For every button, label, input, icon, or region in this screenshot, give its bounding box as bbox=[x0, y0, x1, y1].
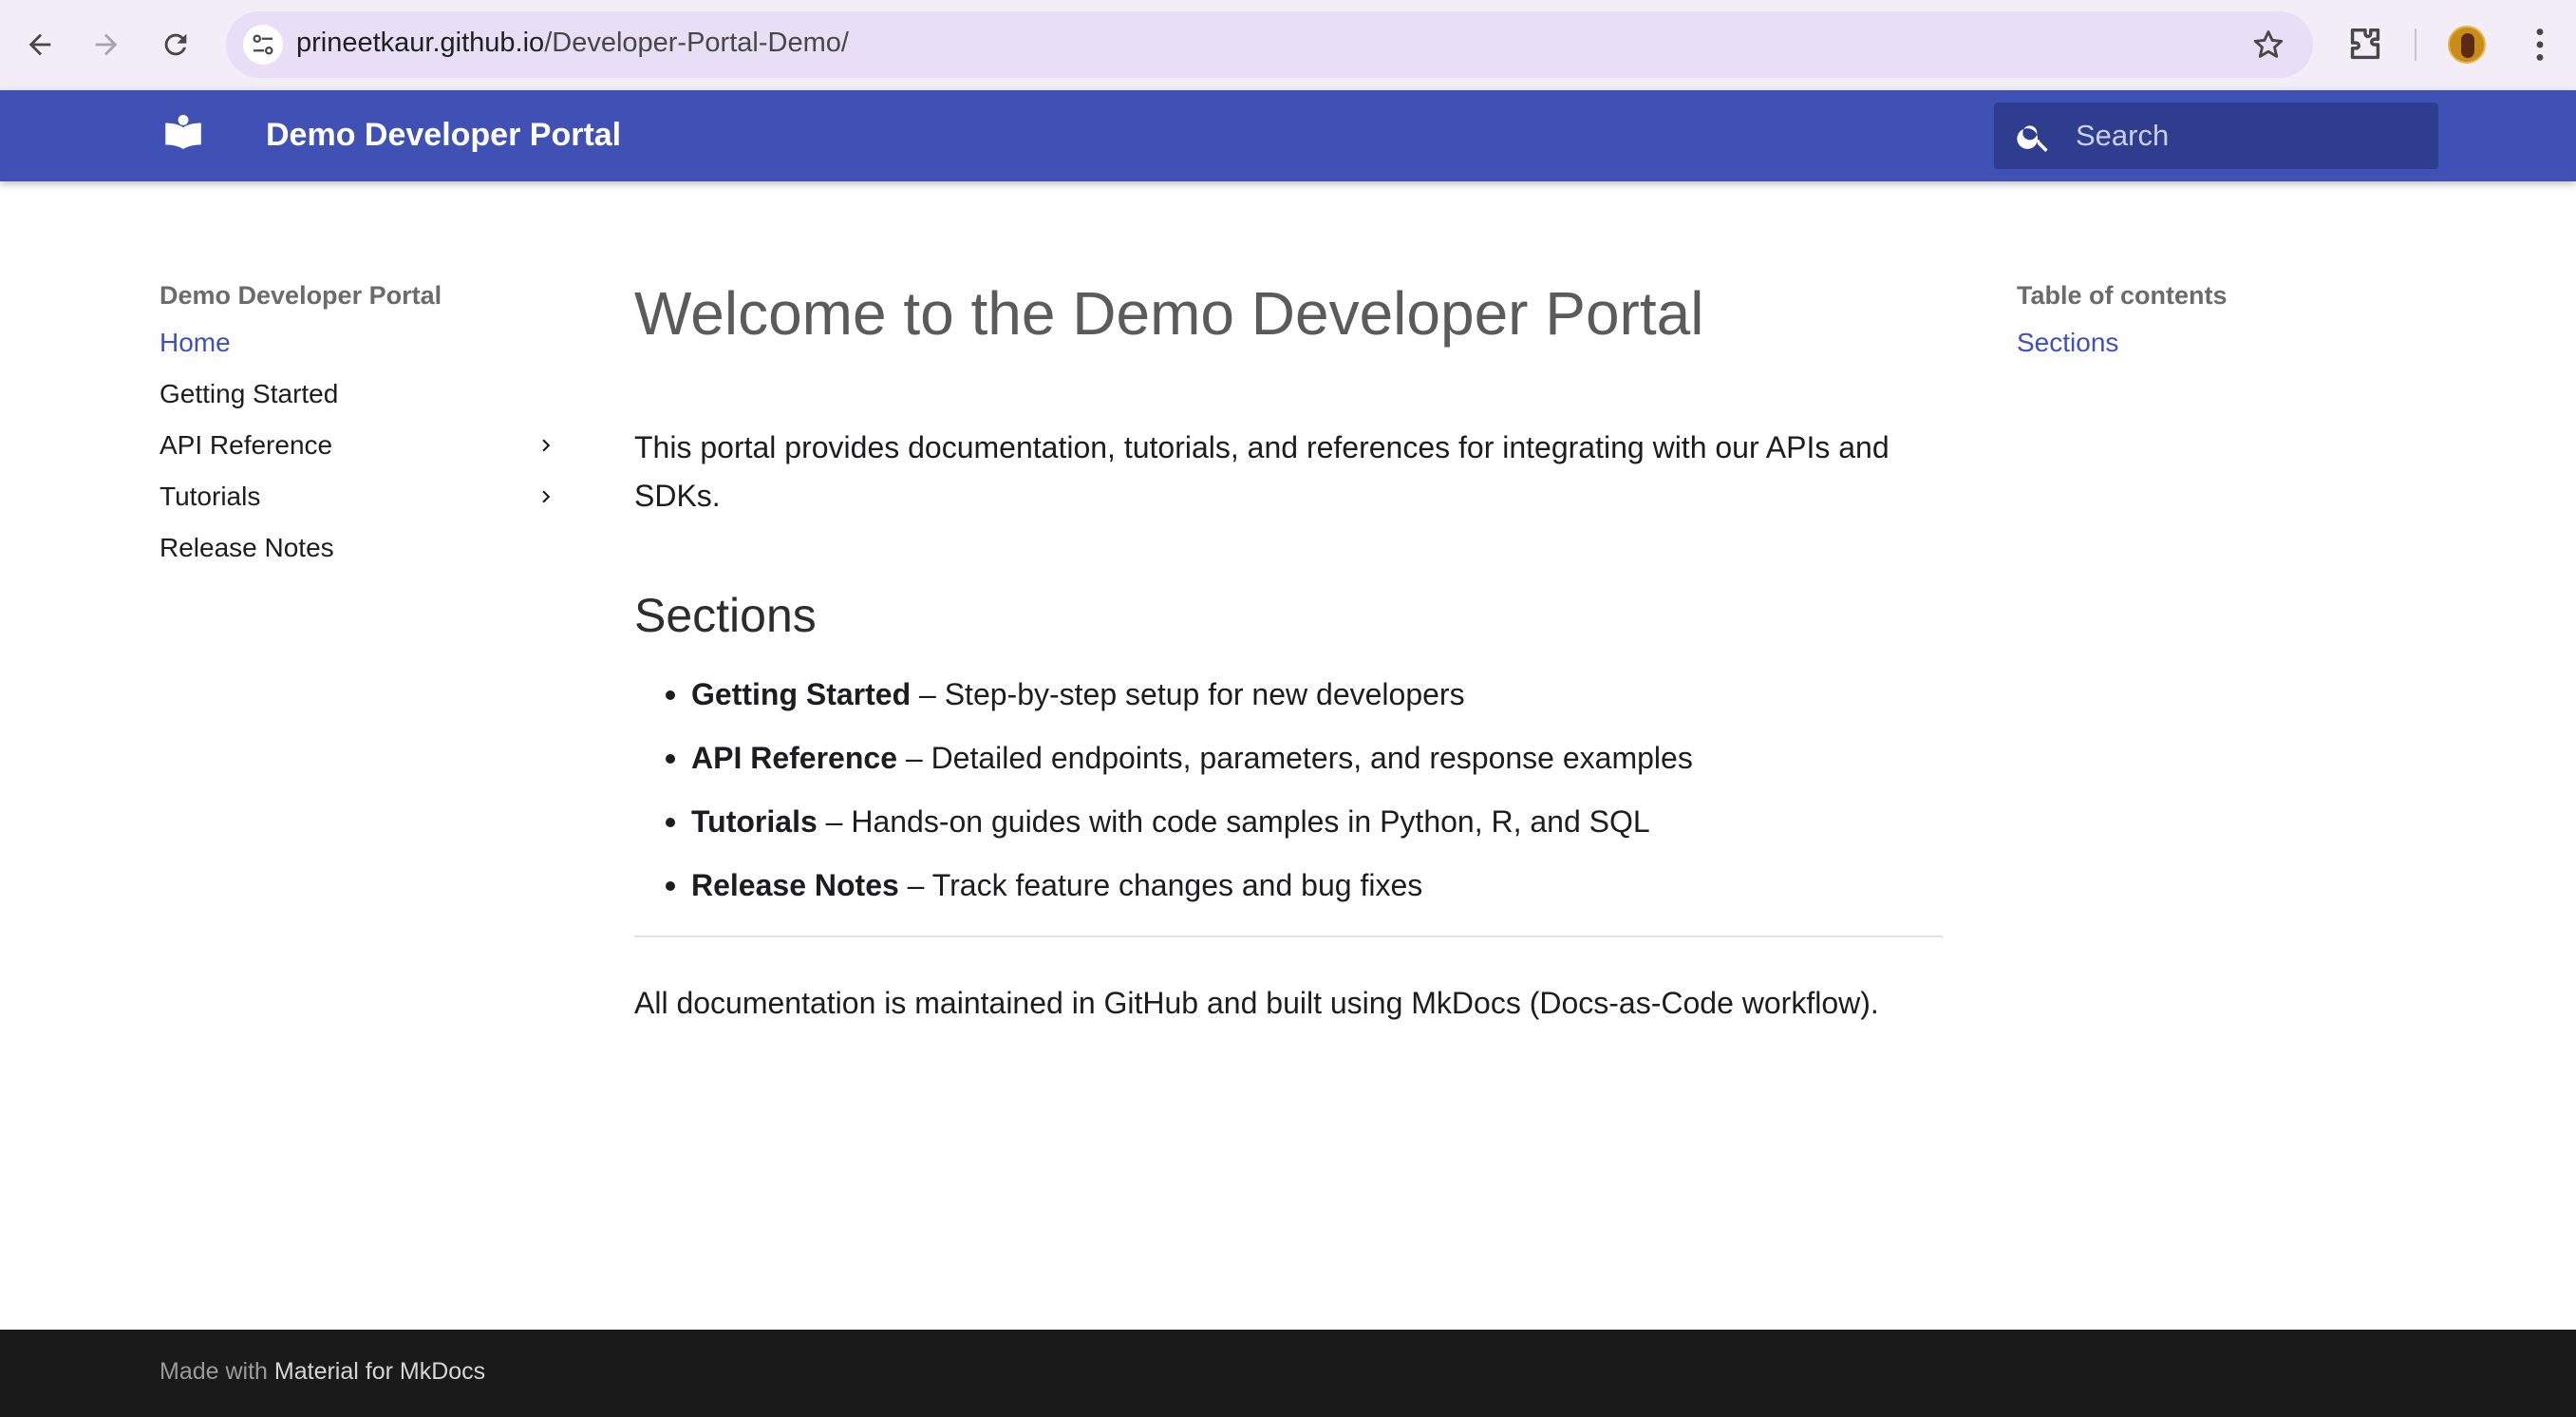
list-item-desc: – Hands-on guides with code samples in P… bbox=[817, 804, 1650, 839]
made-with-text: Made with Material for MkDocs bbox=[160, 1358, 485, 1386]
address-bar[interactable]: prineetkaur.github.io/Developer-Portal-D… bbox=[226, 11, 2313, 78]
list-item-desc: – Detailed endpoints, parameters, and re… bbox=[896, 741, 1693, 775]
nav-title: Demo Developer Portal bbox=[160, 281, 442, 310]
back-icon bbox=[28, 33, 51, 56]
chevron-right-icon[interactable] bbox=[534, 484, 558, 509]
site-info-button[interactable] bbox=[243, 25, 283, 65]
divider bbox=[634, 935, 1943, 937]
site-info-icon bbox=[253, 34, 273, 55]
main-content: Welcome to the Demo Developer Portal Thi… bbox=[634, 275, 1943, 1024]
nav-item-label: API Reference bbox=[160, 430, 333, 460]
reload-icon bbox=[164, 33, 187, 56]
nav-item-label: Release Notes bbox=[160, 533, 334, 562]
primary-nav: Demo Developer Portal Home Getting Start… bbox=[160, 281, 568, 574]
made-with-label: Made with bbox=[160, 1358, 268, 1385]
nav-item-getting-started[interactable]: Getting Started bbox=[160, 368, 568, 420]
search-input[interactable] bbox=[2076, 114, 2417, 158]
reload-button[interactable] bbox=[154, 23, 197, 66]
chevron-right-icon[interactable] bbox=[534, 433, 558, 458]
book-open-icon[interactable] bbox=[160, 111, 207, 159]
toc-item-sections[interactable]: Sections bbox=[2017, 317, 2416, 368]
star-icon[interactable] bbox=[2250, 27, 2286, 63]
forward-button[interactable] bbox=[85, 23, 128, 66]
url-host: prineetkaur.github.io bbox=[296, 28, 545, 58]
search-box[interactable] bbox=[1994, 103, 2438, 169]
profile-avatar[interactable] bbox=[2448, 26, 2486, 64]
toc-title: Table of contents bbox=[2017, 281, 2228, 310]
nav-item-release-notes[interactable]: Release Notes bbox=[160, 522, 568, 574]
footer-note: All documentation is maintained in GitHu… bbox=[634, 986, 1879, 1020]
list-item: API Reference – Detailed endpoints, para… bbox=[634, 738, 1943, 802]
list-item: Release Notes – Track feature changes an… bbox=[634, 865, 1943, 929]
material-mkdocs-link[interactable]: Material for MkDocs bbox=[274, 1358, 485, 1385]
intro-paragraph: This portal provides documentation, tuto… bbox=[634, 430, 1890, 513]
extensions-icon[interactable] bbox=[2343, 23, 2387, 66]
nav-item-api-reference[interactable]: API Reference bbox=[160, 420, 568, 471]
nav-item-tutorials[interactable]: Tutorials bbox=[160, 471, 568, 522]
url-path: /Developer-Portal-Demo/ bbox=[544, 28, 849, 58]
page-title: Welcome to the Demo Developer Portal bbox=[634, 279, 1704, 348]
menu-icon[interactable] bbox=[2518, 23, 2562, 66]
url-text: prineetkaur.github.io/Developer-Portal-D… bbox=[296, 28, 849, 59]
list-item-name: Release Notes bbox=[691, 868, 899, 902]
toolbar-divider bbox=[2415, 28, 2416, 61]
list-item: Tutorials – Hands-on guides with code sa… bbox=[634, 802, 1943, 865]
site-header: Demo Developer Portal bbox=[0, 90, 2576, 181]
list-item-name: Tutorials bbox=[691, 804, 818, 839]
list-item-desc: – Step-by-step setup for new developers bbox=[911, 677, 1465, 711]
nav-item-label: Tutorials bbox=[160, 482, 261, 511]
sections-list: Getting Started – Step-by-step setup for… bbox=[634, 674, 1943, 929]
back-button[interactable] bbox=[18, 23, 62, 66]
table-of-contents: Table of contents Sections bbox=[2017, 281, 2416, 368]
nav-item-label: Getting Started bbox=[160, 379, 339, 408]
site-footer: Made with Material for MkDocs bbox=[0, 1330, 2576, 1417]
nav-item-home[interactable]: Home bbox=[160, 317, 568, 368]
list-item-name: API Reference bbox=[691, 741, 897, 775]
section-heading: Sections bbox=[634, 589, 817, 642]
nav-item-label: Home bbox=[160, 328, 231, 357]
list-item-desc: – Track feature changes and bug fixes bbox=[898, 868, 1423, 902]
list-item-name: Getting Started bbox=[691, 677, 912, 711]
forward-icon bbox=[95, 33, 118, 56]
list-item: Getting Started – Step-by-step setup for… bbox=[634, 674, 1943, 738]
site-title[interactable]: Demo Developer Portal bbox=[266, 117, 621, 154]
search-icon bbox=[2017, 125, 2048, 152]
browser-toolbar: prineetkaur.github.io/Developer-Portal-D… bbox=[0, 0, 2576, 90]
